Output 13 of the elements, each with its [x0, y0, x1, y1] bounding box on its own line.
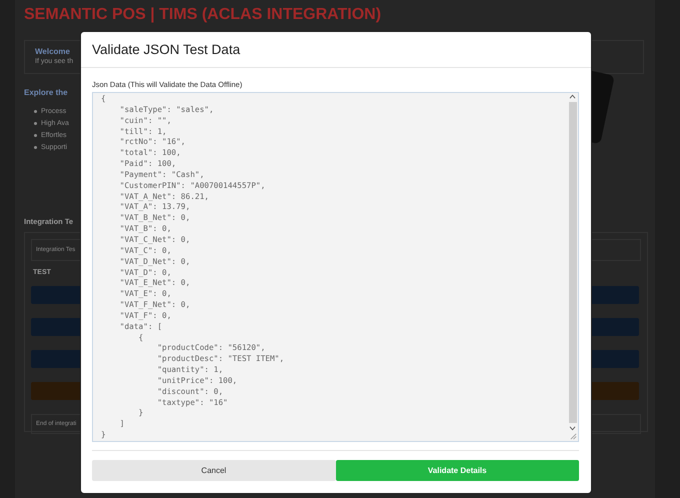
caret-down-icon[interactable]	[569, 426, 576, 431]
explore-heading: Explore the	[24, 88, 68, 97]
resize-grip-icon[interactable]	[570, 433, 577, 440]
scrollbar[interactable]	[568, 94, 577, 431]
page-title: SEMANTIC POS | TIMS (ACLAS INTEGRATION)	[24, 6, 382, 25]
caret-up-icon[interactable]	[569, 94, 576, 99]
cancel-button[interactable]: Cancel	[92, 460, 336, 481]
bullet-icon	[34, 122, 37, 124]
bullet-icon	[34, 110, 37, 112]
modal-title: Validate JSON Test Data	[92, 42, 240, 57]
bullet-icon	[34, 134, 37, 136]
welcome-heading: Welcome	[35, 47, 70, 56]
bullet-icon	[34, 146, 37, 148]
